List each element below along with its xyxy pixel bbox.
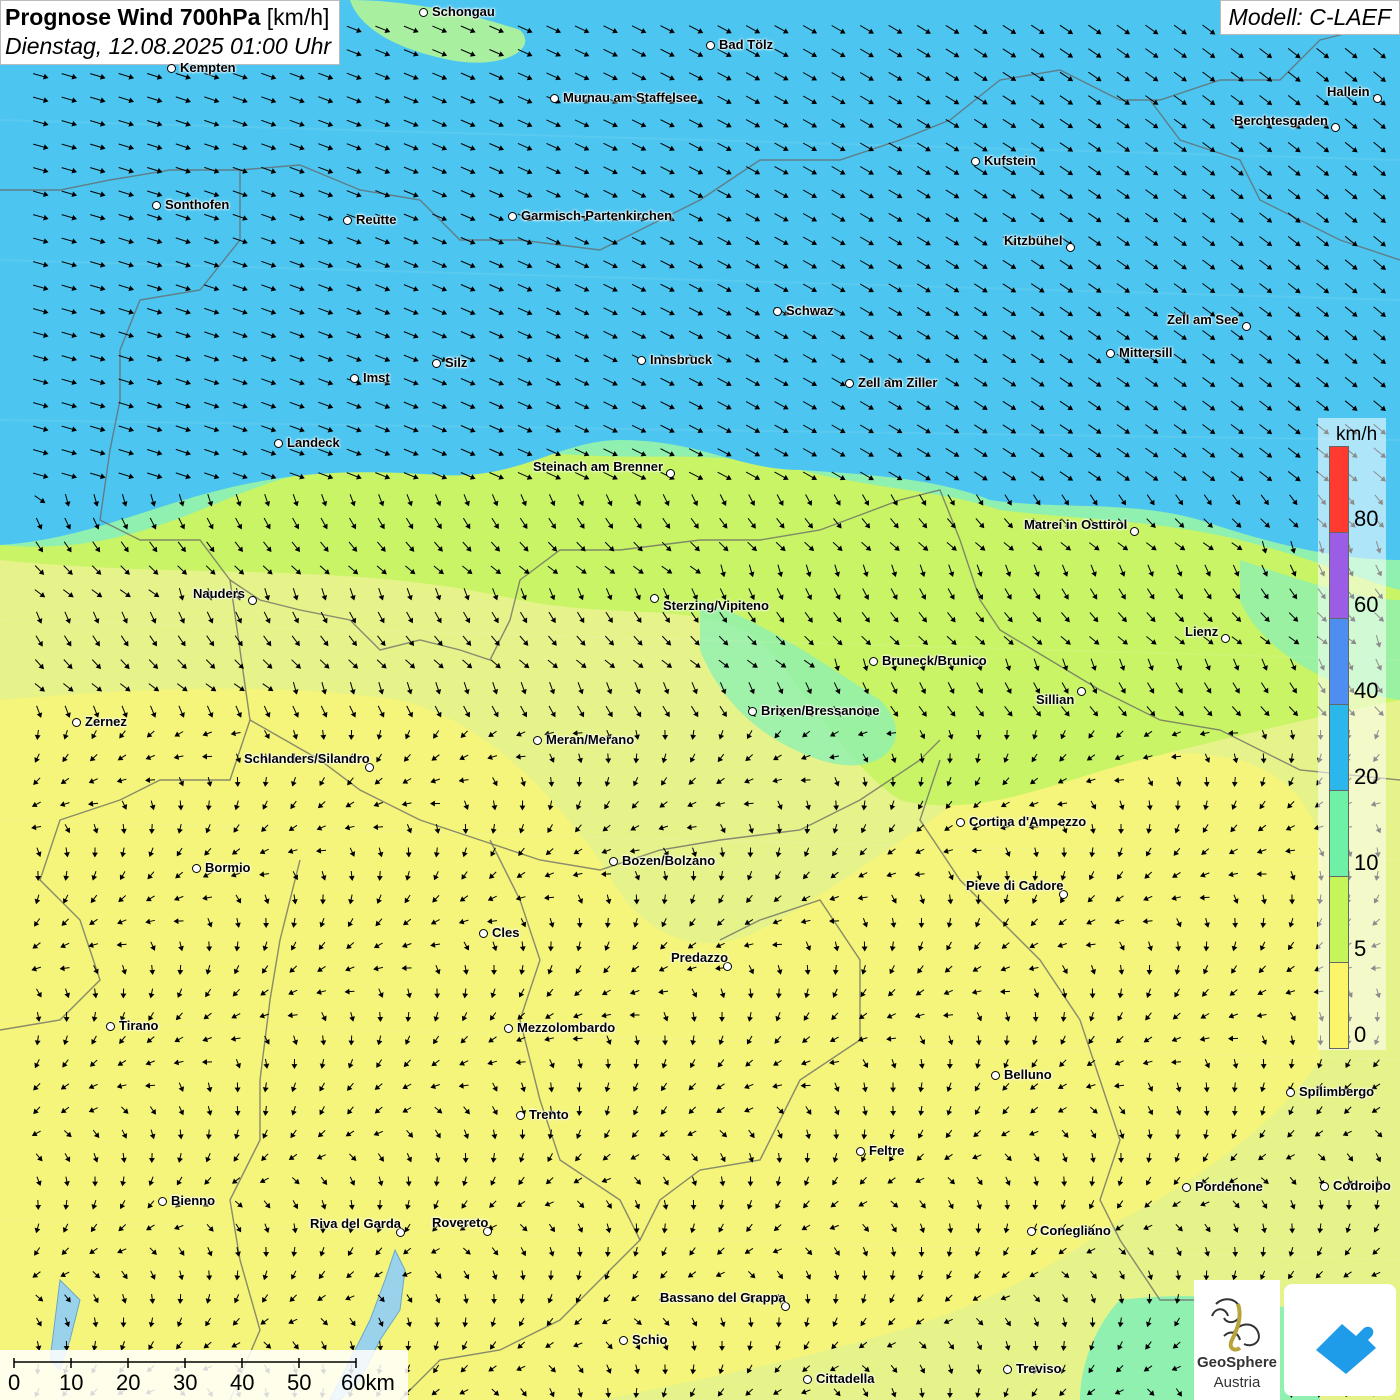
wind-map: Prognose Wind 700hPa [km/h] Dienstag, 12… [0,0,1400,1400]
